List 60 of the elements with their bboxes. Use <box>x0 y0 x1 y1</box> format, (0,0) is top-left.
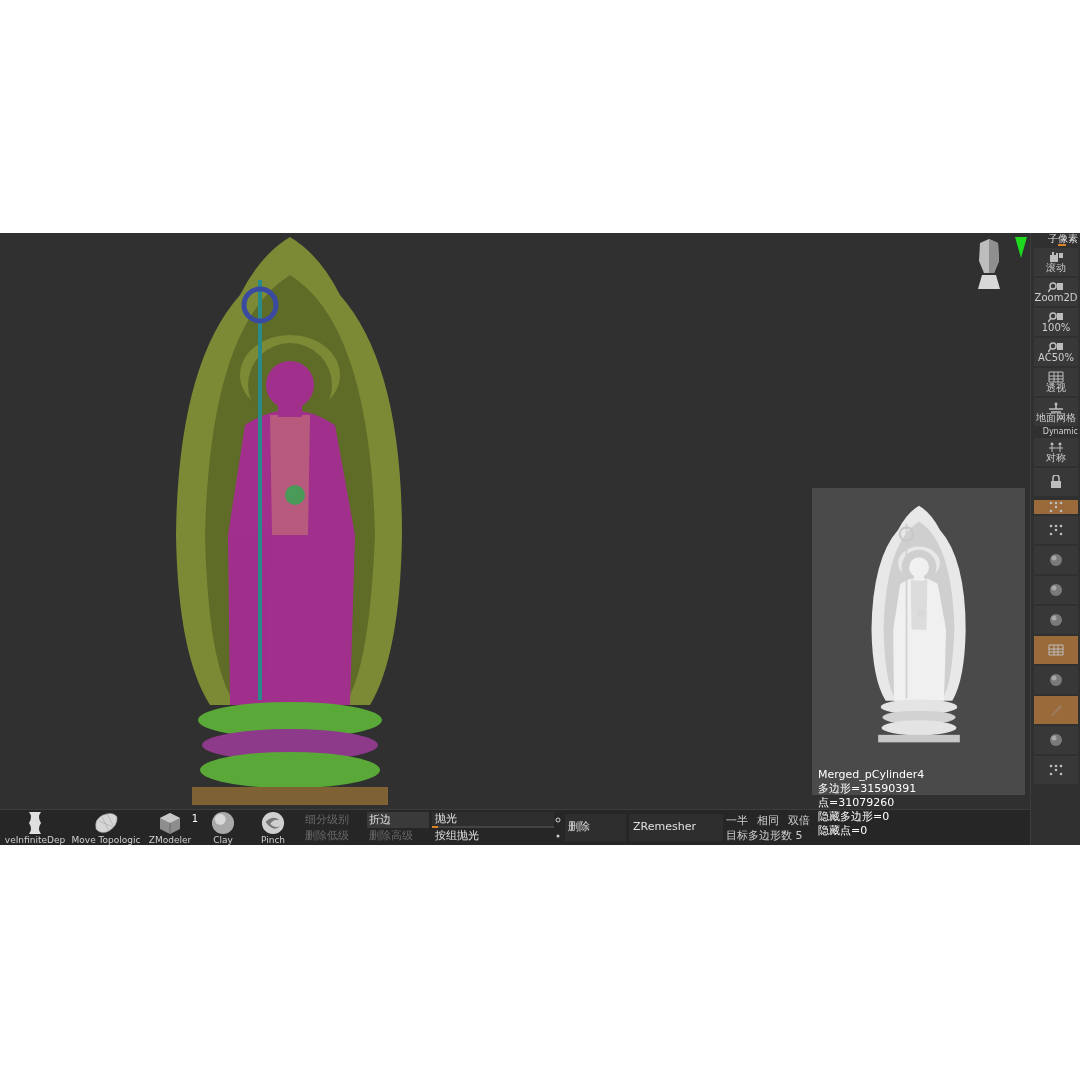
brush-icon <box>1048 703 1064 717</box>
sidebar-button[interactable]: 透视 <box>1034 368 1078 396</box>
polish-groups-label: 按组抛光 <box>434 827 480 844</box>
sidebar-button[interactable]: 100% <box>1034 308 1078 336</box>
zoom-icon <box>1048 341 1064 353</box>
symmetry-icon <box>1048 441 1064 453</box>
sphere-icon <box>210 811 236 835</box>
sidebar-button[interactable] <box>1034 468 1078 496</box>
sidebar-button[interactable] <box>1034 666 1078 694</box>
sidebar-button[interactable]: Zoom2D <box>1034 278 1078 306</box>
target-option-button[interactable]: 一半 <box>726 815 748 826</box>
sidebar-title: 子像素 <box>1048 234 1078 244</box>
brush-button[interactable]: ZModeler 1 <box>142 810 198 845</box>
sphere-icon <box>1048 673 1064 687</box>
grid-icon <box>1048 644 1064 656</box>
sidebar-button[interactable]: 地面网格 <box>1034 398 1078 426</box>
dots-icon <box>555 816 561 839</box>
axis-icon <box>1014 235 1028 259</box>
sidebar-button[interactable]: 滚动 <box>1034 248 1078 276</box>
polish-slider[interactable]: 抛光 <box>432 811 554 828</box>
sidebar-button[interactable]: AC50% <box>1034 338 1078 366</box>
mesh-info-text: 点=31079260 <box>818 796 895 810</box>
blob-icon <box>93 811 119 835</box>
sidebar-button[interactable] <box>1034 726 1078 754</box>
zremesher-button[interactable]: ZRemesher <box>629 814 723 841</box>
grid-icon <box>1048 371 1064 383</box>
brush-button[interactable]: Clay <box>198 810 248 845</box>
sidebar-button[interactable]: 对称 <box>1034 438 1078 466</box>
sphere-icon <box>1048 733 1064 747</box>
sidebar-caption: Dynamic <box>1042 428 1078 436</box>
brush-button[interactable]: Pinch <box>248 810 298 845</box>
floor-grid-icon <box>1048 401 1064 413</box>
brush-button[interactable]: veInfiniteDep <box>0 810 70 845</box>
sidebar-button[interactable] <box>1034 576 1078 604</box>
sphere-icon <box>1048 613 1064 627</box>
mesh-info-text: Merged_pCylinder4 <box>818 768 925 782</box>
mesh-info-text: 隐藏点=0 <box>818 824 868 838</box>
brush-button[interactable]: Move Topologic <box>70 810 142 845</box>
swirl-sphere-icon <box>260 811 286 835</box>
sphere-icon <box>1048 583 1064 597</box>
cube-icon <box>157 811 183 835</box>
delete-button[interactable]: 删除 <box>565 814 626 841</box>
target-option-button[interactable]: 双倍 <box>788 815 810 826</box>
sphere-icon <box>1048 553 1064 567</box>
zoom-icon <box>1048 281 1064 293</box>
sidebar-button[interactable] <box>1034 546 1078 574</box>
sidebar-button[interactable] <box>1034 606 1078 634</box>
mesh-info-text: 多边形=31590391 <box>818 782 917 796</box>
dots-icon <box>1048 523 1064 537</box>
hand-icon <box>1048 251 1064 263</box>
head-icon <box>976 239 1002 289</box>
subdivision-button[interactable]: 折边 <box>367 811 429 828</box>
target-option-button[interactable]: 相同 <box>757 815 779 826</box>
dots-icon <box>1048 763 1064 777</box>
brush-count: 1 <box>191 814 198 824</box>
mesh-info-text: 隐藏多边形=0 <box>818 810 890 824</box>
zoom-icon <box>1048 311 1064 323</box>
dots-icon <box>1048 500 1064 514</box>
lock-icon <box>1048 475 1064 489</box>
target-polygon-count: 目标多边形数 5 <box>726 828 804 843</box>
